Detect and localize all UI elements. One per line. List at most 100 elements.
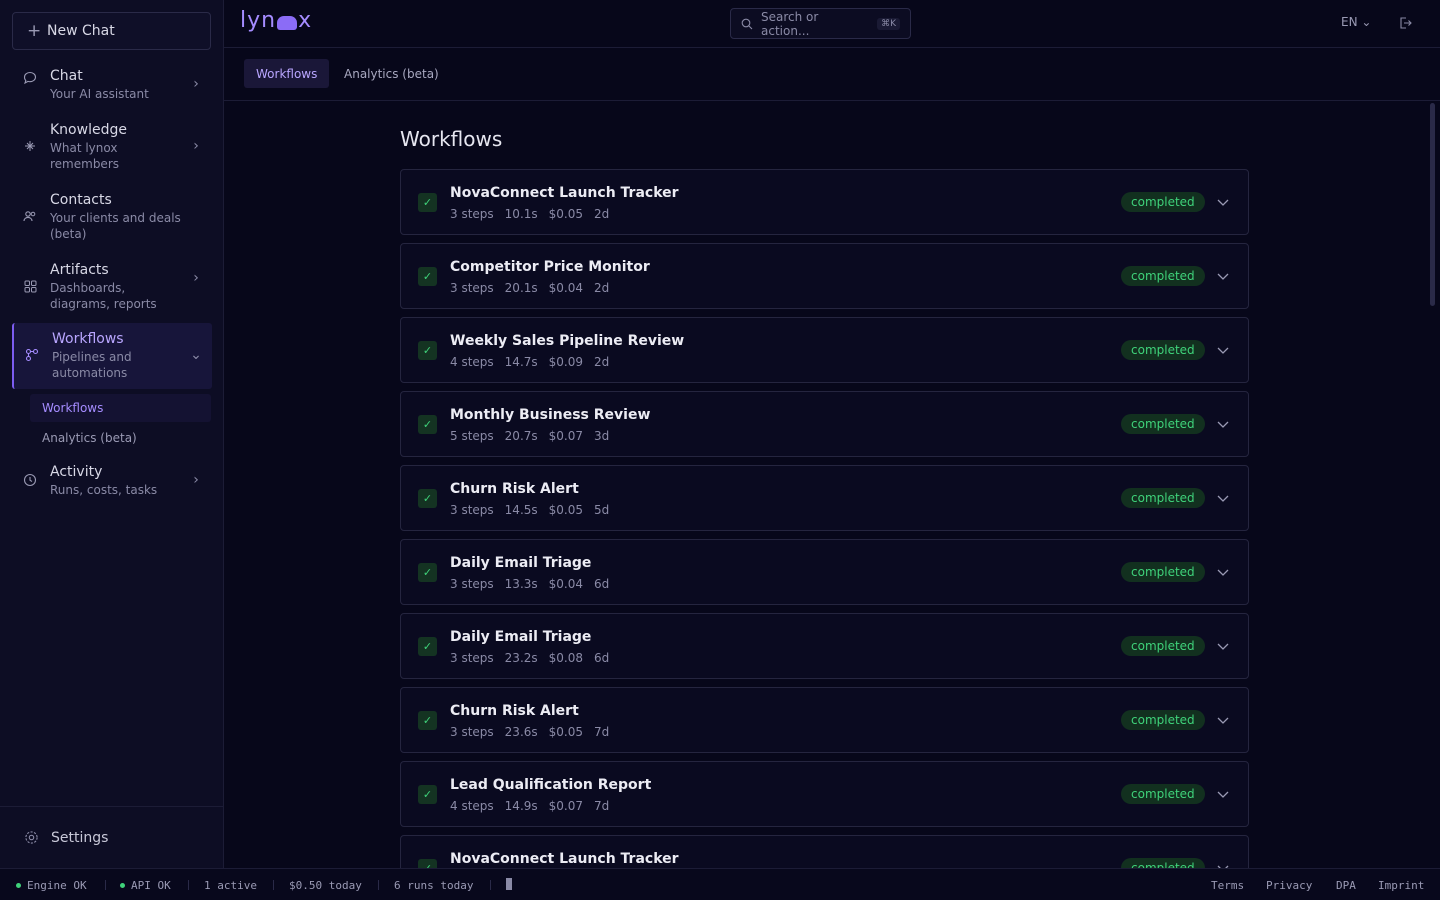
- workflow-cost: $0.07: [548, 429, 584, 443]
- workflow-row[interactable]: ✓ Lead Qualification Report 4 steps 14.9s $0…: [400, 761, 1249, 827]
- status-badge: completed: [1121, 488, 1205, 508]
- divider: [273, 880, 274, 890]
- workflow-meta: 5 steps 20.7s $0.07 3d: [450, 429, 609, 443]
- workflow-duration: 14.7s: [504, 355, 538, 369]
- workflow-meta: 4 steps 14.7s $0.09 2d: [450, 355, 609, 369]
- check-icon: ✓: [418, 193, 437, 212]
- workflow-steps: 3 steps: [450, 725, 494, 739]
- workflow-row[interactable]: ✓ Churn Risk Alert 3 steps 23.6s $0.05 7d comp…: [400, 687, 1249, 753]
- workflow-age: 2d: [594, 355, 610, 369]
- workflow-list: ✓ NovaConnect Launch Tracker 3 steps 10.1s $…: [400, 169, 1249, 868]
- privacy-link[interactable]: Privacy: [1266, 879, 1312, 892]
- workflow-cost: $0.08: [548, 651, 584, 665]
- chevron-down-icon[interactable]: [1214, 785, 1232, 803]
- api-status: API OK: [120, 879, 171, 892]
- chevron-down-icon[interactable]: [1214, 563, 1232, 581]
- workflow-age: 7d: [594, 799, 610, 813]
- workflow-name: Churn Risk Alert: [450, 703, 579, 719]
- chevron-down-icon[interactable]: [1214, 637, 1232, 655]
- chevron-right-icon: ›: [193, 138, 199, 154]
- workflow-age: 2d: [594, 207, 610, 221]
- clock-icon: [22, 472, 38, 488]
- chevron-down-icon[interactable]: [1214, 489, 1232, 507]
- chevron-down-icon[interactable]: [1214, 341, 1232, 359]
- workflow-age: 3d: [594, 429, 610, 443]
- workflow-row[interactable]: ✓ Monthly Business Review 5 steps 20.7s $0.0…: [400, 391, 1249, 457]
- chevron-down-icon[interactable]: [1214, 859, 1232, 868]
- tab-workflows[interactable]: Workflows: [244, 59, 330, 88]
- chevron-down-icon[interactable]: [1214, 267, 1232, 285]
- chevron-down-icon[interactable]: [1214, 711, 1232, 729]
- sidebar-item-sub: Runs, costs, tasks: [50, 483, 158, 497]
- divider: [378, 880, 379, 890]
- sidebar-item-knowledge[interactable]: Knowledge What lynox remembers ›: [12, 122, 212, 172]
- workflow-row[interactable]: ✓ Daily Email Triage 3 steps 23.2s $0.08 6d co…: [400, 613, 1249, 679]
- dpa-link[interactable]: DPA: [1336, 879, 1356, 892]
- workflow-name: Daily Email Triage: [450, 629, 592, 645]
- search-input[interactable]: Search or action... ⌘K: [730, 8, 911, 39]
- new-chat-button[interactable]: + New Chat: [12, 12, 211, 50]
- api-status-text: API OK: [131, 879, 171, 892]
- workflow-duration: 20.7s: [504, 429, 538, 443]
- workflow-duration: 14.9s: [504, 799, 538, 813]
- sidebar-item-sub: automations: [52, 366, 128, 380]
- workflow-duration: 13.3s: [504, 577, 538, 591]
- check-icon: ✓: [418, 415, 437, 434]
- workflow-row[interactable]: ✓ Churn Risk Alert 3 steps 14.5s $0.05 5d comp…: [400, 465, 1249, 531]
- language-selector[interactable]: EN ⌄: [1341, 15, 1371, 29]
- header-divider: [224, 47, 1440, 48]
- scrollbar[interactable]: [1430, 103, 1435, 306]
- divider: [490, 880, 491, 890]
- sidebar-item-artifacts[interactable]: Artifacts Dashboards, diagrams, reports …: [12, 262, 212, 312]
- sidebar-item-activity[interactable]: Activity Runs, costs, tasks ›: [12, 464, 212, 498]
- workflow-meta: 3 steps 14.5s $0.05 5d: [450, 503, 609, 517]
- workflow-cost: $0.05: [548, 725, 584, 739]
- chevron-right-icon: ›: [193, 76, 199, 92]
- tab-analytics[interactable]: Analytics (beta): [332, 59, 451, 88]
- check-icon: ✓: [418, 489, 437, 508]
- workflow-nodes-icon: [24, 347, 40, 363]
- sidebar-item-workflows[interactable]: Workflows Pipelines and automations ⌄: [12, 323, 212, 389]
- lynox-logo: lyn x: [240, 8, 312, 33]
- shortcut-badge: ⌘K: [877, 17, 900, 30]
- grid-icon: [22, 278, 38, 294]
- workflow-name: Churn Risk Alert: [450, 481, 579, 497]
- workflow-meta: 3 steps 23.6s $0.05 7d: [450, 725, 609, 739]
- sidebar-item-sub: Dashboards,: [50, 281, 126, 295]
- workflow-age: 6d: [594, 651, 610, 665]
- workflow-steps: 4 steps: [450, 799, 494, 813]
- imprint-link[interactable]: Imprint: [1378, 879, 1424, 892]
- workflow-row[interactable]: ✓ NovaConnect Launch Tracker completed: [400, 835, 1249, 868]
- status-badge: completed: [1121, 858, 1205, 868]
- workflow-steps: 5 steps: [450, 429, 494, 443]
- logout-icon[interactable]: [1397, 15, 1413, 31]
- sidebar-item-label: Workflows: [52, 331, 124, 347]
- terms-link[interactable]: Terms: [1211, 879, 1244, 892]
- chevron-down-icon[interactable]: [1214, 415, 1232, 433]
- subnav-analytics[interactable]: Analytics (beta): [30, 424, 211, 452]
- workflow-cost: $0.09: [548, 355, 584, 369]
- workflow-row[interactable]: ✓ Daily Email Triage 3 steps 13.3s $0.04 6d co…: [400, 539, 1249, 605]
- status-badge: completed: [1121, 266, 1205, 286]
- workflow-name: Monthly Business Review: [450, 407, 651, 423]
- workflow-name: Weekly Sales Pipeline Review: [450, 333, 685, 349]
- workflow-duration: 23.2s: [504, 651, 538, 665]
- workflow-row[interactable]: ✓ Weekly Sales Pipeline Review 4 steps 14.7…: [400, 317, 1249, 383]
- workflow-row[interactable]: ✓ Competitor Price Monitor 3 steps 20.1s $0.…: [400, 243, 1249, 309]
- sidebar-item-chat[interactable]: Chat Your AI assistant ›: [12, 68, 212, 102]
- workflow-steps: 3 steps: [450, 281, 494, 295]
- engine-status: Engine OK: [16, 879, 87, 892]
- settings-button[interactable]: Settings: [0, 806, 223, 868]
- workflow-row[interactable]: ✓ NovaConnect Launch Tracker 3 steps 10.1s $…: [400, 169, 1249, 235]
- users-icon: [22, 208, 38, 224]
- chevron-down-icon[interactable]: [1214, 193, 1232, 211]
- subnav-workflows[interactable]: Workflows: [30, 394, 211, 422]
- workflow-cost: $0.04: [548, 577, 584, 591]
- logo-text-right: x: [298, 8, 313, 33]
- workflow-steps: 3 steps: [450, 577, 494, 591]
- sidebar-item-contacts[interactable]: Contacts Your clients and deals (beta): [12, 192, 212, 242]
- sidebar-item-sub: (beta): [50, 227, 87, 241]
- chat-bubble-icon: [22, 70, 38, 86]
- status-badge: completed: [1121, 340, 1205, 360]
- workflow-name: Daily Email Triage: [450, 555, 592, 571]
